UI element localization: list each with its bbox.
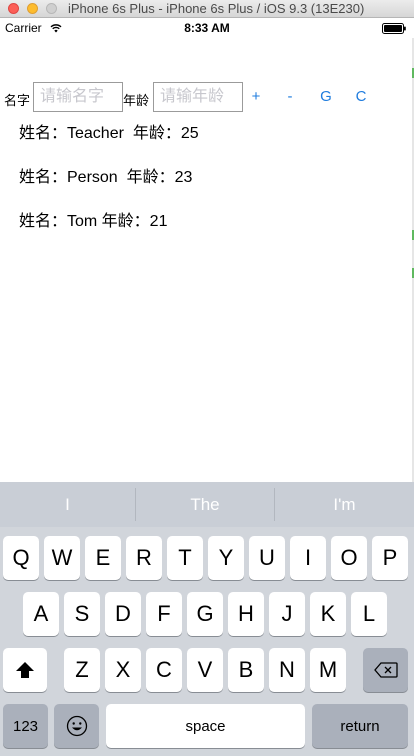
suggestion-bar: I The I'm — [0, 482, 414, 527]
list-item[interactable]: 姓名：Person 年龄：23 — [19, 168, 399, 212]
delete-key[interactable] — [363, 648, 408, 692]
key-a[interactable]: A — [23, 592, 59, 636]
key-y[interactable]: Y — [208, 536, 244, 580]
suggestion-item[interactable]: I — [0, 482, 135, 527]
status-time: 8:33 AM — [184, 21, 230, 35]
return-key[interactable]: return — [312, 704, 408, 748]
battery-icon — [382, 23, 406, 34]
remove-button[interactable]: - — [281, 88, 299, 105]
key-c[interactable]: C — [146, 648, 182, 692]
key-g[interactable]: G — [187, 592, 223, 636]
key-m[interactable]: M — [310, 648, 346, 692]
key-e[interactable]: E — [85, 536, 121, 580]
key-s[interactable]: S — [64, 592, 100, 636]
maximize-window-button[interactable] — [46, 3, 57, 14]
emoji-key[interactable] — [54, 704, 99, 748]
key-l[interactable]: L — [351, 592, 387, 636]
key-z[interactable]: Z — [64, 648, 100, 692]
input-row: 名字 年龄 + - G C — [0, 82, 414, 112]
suggestion-item[interactable]: The — [136, 482, 274, 527]
key-q[interactable]: Q — [3, 536, 39, 580]
key-k[interactable]: K — [310, 592, 346, 636]
suggestion-item[interactable]: I'm — [275, 482, 414, 527]
name-label: 名字 — [4, 93, 31, 108]
shift-icon — [16, 662, 34, 678]
emoji-icon — [66, 715, 87, 737]
key-f[interactable]: F — [146, 592, 182, 636]
space-key[interactable]: space — [106, 704, 305, 748]
window-titlebar: iPhone 6s Plus - iPhone 6s Plus / iOS 9.… — [0, 0, 414, 18]
key-w[interactable]: W — [44, 536, 80, 580]
list-item[interactable]: 姓名：Tom 年龄：21 — [19, 212, 399, 256]
minimize-window-button[interactable] — [27, 3, 38, 14]
key-j[interactable]: J — [269, 592, 305, 636]
keyboard: I The I'm Q W E R T Y U I O P A S D F G … — [0, 482, 414, 756]
key-p[interactable]: P — [372, 536, 408, 580]
numbers-key[interactable]: 123 — [3, 704, 48, 748]
list-item[interactable]: 姓名：Teacher 年龄：25 — [19, 124, 399, 168]
key-h[interactable]: H — [228, 592, 264, 636]
c-button[interactable]: C — [352, 88, 370, 105]
key-t[interactable]: T — [167, 536, 203, 580]
key-v[interactable]: V — [187, 648, 223, 692]
key-o[interactable]: O — [331, 536, 367, 580]
key-d[interactable]: D — [105, 592, 141, 636]
key-r[interactable]: R — [126, 536, 162, 580]
person-list: 姓名：Teacher 年龄：25 姓名：Person 年龄：23 姓名：Tom … — [19, 124, 399, 256]
key-u[interactable]: U — [249, 536, 285, 580]
shift-key[interactable] — [3, 648, 47, 692]
name-input[interactable] — [33, 82, 123, 112]
key-i[interactable]: I — [290, 536, 326, 580]
status-bar: Carrier 8:33 AM — [0, 18, 414, 38]
key-n[interactable]: N — [269, 648, 305, 692]
g-button[interactable]: G — [317, 88, 335, 105]
window-title: iPhone 6s Plus - iPhone 6s Plus / iOS 9.… — [68, 1, 365, 16]
delete-icon — [373, 662, 398, 678]
age-label: 年龄 — [123, 93, 150, 108]
add-button[interactable]: + — [247, 88, 265, 105]
key-x[interactable]: X — [105, 648, 141, 692]
age-input[interactable] — [153, 82, 243, 112]
key-b[interactable]: B — [228, 648, 264, 692]
close-window-button[interactable] — [8, 3, 19, 14]
